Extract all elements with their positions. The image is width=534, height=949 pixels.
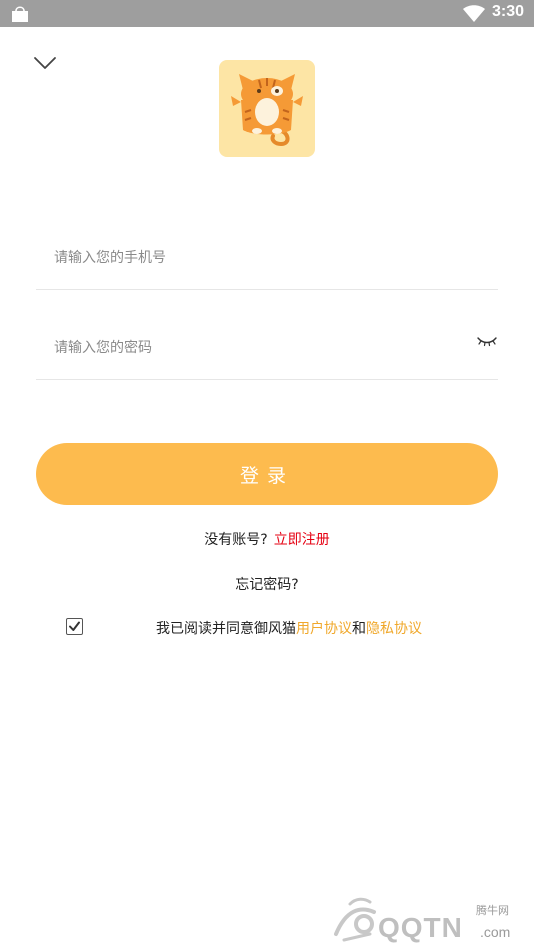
agreement-prefix: 我已阅读并同意御风猫 — [156, 621, 296, 637]
watermark-text: QQTN — [378, 912, 463, 943]
eye-closed-icon[interactable] — [476, 335, 498, 347]
shopping-bag-icon — [12, 6, 28, 22]
watermark-cn: 腾牛网 — [476, 904, 509, 917]
register-row: 没有账号? 立即注册 — [0, 529, 534, 549]
agreement-and: 和 — [352, 621, 366, 637]
register-prompt: 没有账号? — [204, 532, 268, 548]
status-time: 3:30 — [492, 3, 525, 20]
phone-input[interactable] — [54, 243, 454, 273]
phone-field-container — [36, 229, 498, 290]
watermark: QQTN 腾牛网 .com — [330, 890, 530, 946]
wifi-icon — [463, 5, 485, 22]
privacy-agreement-link[interactable]: 隐私协议 — [366, 621, 422, 637]
watermark-suffix: .com — [480, 924, 511, 940]
agreement-checkbox[interactable] — [66, 618, 83, 635]
register-link[interactable]: 立即注册 — [274, 532, 330, 548]
forgot-password-link[interactable]: 忘记密码? — [235, 577, 298, 593]
app-logo — [219, 60, 315, 157]
cat-logo-icon — [231, 74, 303, 147]
agreement-text: 我已阅读并同意御风猫用户协议和隐私协议 — [156, 618, 422, 638]
password-field-container — [36, 319, 498, 380]
status-bar: 3:30 — [0, 0, 534, 27]
login-button[interactable]: 登录 — [36, 443, 498, 505]
chevron-down-icon[interactable] — [33, 55, 57, 71]
forgot-row: 忘记密码? — [0, 574, 534, 594]
password-input[interactable] — [54, 333, 454, 363]
checkmark-icon — [67, 619, 82, 634]
user-agreement-link[interactable]: 用户协议 — [296, 621, 352, 637]
